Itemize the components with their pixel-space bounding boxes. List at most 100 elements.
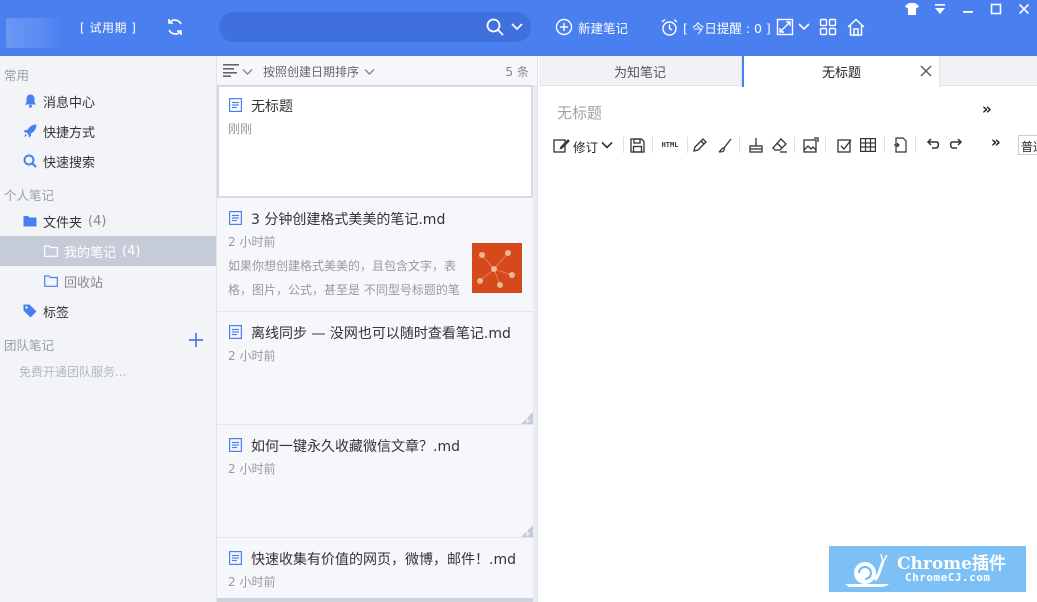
sidebar: 常用 消息中心 快捷方式 快速搜索 个人笔记 文件夹 (4) 我的笔记 (4)	[0, 56, 217, 602]
new-note-button[interactable]: 新建笔记	[555, 16, 628, 38]
toolbar-divider	[687, 137, 688, 153]
save-icon[interactable]	[628, 136, 646, 154]
user-avatar[interactable]	[6, 18, 62, 48]
image-icon[interactable]	[802, 136, 820, 154]
note-title: 离线同步 — 没网也可以随时查看笔记.md	[251, 326, 511, 342]
add-team-icon[interactable]	[188, 332, 204, 348]
table-icon[interactable]	[859, 136, 877, 154]
close-icon[interactable]	[1015, 2, 1033, 16]
expand-button[interactable]	[776, 16, 810, 38]
sidebar-item-my-notes[interactable]: 我的笔记 (4)	[0, 236, 216, 266]
sidebar-item-label: 标签	[43, 305, 70, 321]
sidebar-item-messages[interactable]: 消息中心	[0, 86, 216, 116]
snail-logo-icon	[843, 552, 893, 588]
note-item[interactable]: 3 分钟创建格式美美的笔记.md 2 小时前 如果你想创建格式美美的，且包含文字…	[217, 198, 533, 312]
note-icon	[229, 211, 243, 226]
chevron-down-icon	[798, 23, 810, 31]
note-title: 快速收集有价值的网页，微博，邮件！.md	[251, 552, 516, 568]
chevron-down-icon[interactable]	[242, 66, 253, 76]
grid-icon	[819, 18, 837, 36]
sidebar-item-label: 快捷方式	[43, 125, 96, 141]
editor-panel: 为知笔记 无标题 » 修订 HTML	[539, 56, 1037, 602]
checkbox-icon[interactable]	[835, 136, 853, 154]
toolbar-divider	[825, 137, 826, 153]
editor-tabs: 为知笔记 无标题	[539, 56, 1037, 87]
resize-corner-icon	[521, 525, 533, 537]
new-note-label: 新建笔记	[578, 20, 629, 36]
apps-grid-button[interactable]	[819, 16, 837, 38]
sidebar-item-recycle-bin[interactable]: 回收站	[0, 266, 216, 296]
folder-icon	[44, 274, 58, 288]
folder-count: (4)	[88, 213, 107, 229]
toolbar-divider	[739, 137, 740, 153]
note-list-scrollbar[interactable]	[533, 85, 537, 602]
note-title: 3 分钟创建格式美美的笔记.md	[251, 212, 446, 228]
search-bar	[219, 12, 531, 42]
note-item[interactable]: 快速收集有价值的网页，微博，邮件！.md 2 小时前	[217, 538, 533, 602]
expand-more-button[interactable]: »	[982, 100, 992, 118]
more-tools-button[interactable]: »	[991, 133, 1001, 151]
revise-icon[interactable]	[552, 136, 570, 154]
watermark-subtitle: ChromeCJ.com	[905, 571, 991, 584]
reminder-label: [ 今日提醒 : 0 ]	[683, 20, 771, 36]
home-button[interactable]	[846, 16, 866, 38]
note-list-bottom-scrollbar[interactable]	[217, 598, 533, 602]
note-time: 2 小时前	[228, 235, 276, 249]
attachment-icon[interactable]	[891, 136, 909, 154]
sort-dropdown[interactable]: 按照创建日期排序	[263, 63, 359, 80]
section-common-title: 常用	[4, 68, 30, 83]
sidebar-item-tags[interactable]: 标签	[0, 296, 216, 326]
toolbar-divider	[915, 137, 916, 153]
resize-corner-icon	[521, 412, 533, 424]
folder-icon	[44, 244, 58, 258]
search-icon	[23, 154, 37, 168]
eraser-icon[interactable]	[771, 136, 789, 154]
note-item[interactable]: 如何一键永久收藏微信文章？.md 2 小时前	[217, 425, 533, 538]
sidebar-item-label: 回收站	[64, 275, 104, 291]
close-tab-icon[interactable]	[920, 65, 932, 77]
chevron-down-icon[interactable]	[364, 66, 375, 76]
pen-icon[interactable]	[691, 136, 709, 154]
maximize-icon[interactable]	[987, 2, 1005, 16]
tab-untitled[interactable]: 无标题	[742, 56, 940, 87]
alarm-clock-icon	[661, 18, 678, 36]
skin-icon[interactable]	[903, 2, 921, 16]
note-title-input[interactable]	[557, 102, 957, 124]
search-input[interactable]	[231, 17, 481, 37]
sidebar-item-quick-search[interactable]: 快速搜索	[0, 146, 216, 176]
revise-label[interactable]: 修订	[573, 137, 598, 156]
note-icon	[229, 551, 243, 566]
search-icon[interactable]	[485, 17, 505, 37]
chevron-down-icon[interactable]	[598, 136, 616, 154]
trial-label[interactable]: [ 试用期 ]	[80, 19, 137, 36]
note-item[interactable]: 无标题 刚刚	[217, 85, 533, 198]
sidebar-item-folders[interactable]: 文件夹 (4)	[0, 206, 216, 236]
sidebar-item-label: 消息中心	[43, 95, 96, 111]
reminder-button[interactable]: [ 今日提醒 : 0 ]	[660, 16, 771, 38]
minimize-icon[interactable]	[959, 2, 977, 16]
format-painter-icon[interactable]	[747, 136, 765, 154]
sort-lines-icon[interactable]	[223, 64, 239, 77]
undo-icon[interactable]	[923, 136, 941, 154]
tab-wiznote[interactable]: 为知笔记	[539, 56, 742, 86]
redo-icon[interactable]	[947, 136, 965, 154]
note-time: 2 小时前	[228, 462, 276, 476]
sidebar-item-label: 快速搜索	[43, 155, 96, 171]
paragraph-style-select[interactable]: 普通	[1018, 135, 1037, 155]
note-thumbnail	[472, 243, 522, 293]
toolbar-divider	[652, 137, 653, 153]
top-bar: [ 试用期 ] 新建笔记 [ 今日提醒 : 0 ]	[0, 0, 1037, 56]
toolbar-divider	[623, 137, 624, 153]
sidebar-item-shortcuts[interactable]: 快捷方式	[0, 116, 216, 146]
sync-icon[interactable]	[164, 16, 186, 38]
note-item[interactable]: 离线同步 — 没网也可以随时查看笔记.md 2 小时前	[217, 312, 533, 425]
folder-icon	[23, 214, 37, 228]
team-service-link[interactable]: 免费开通团队服务...	[19, 363, 126, 380]
menu-icon[interactable]	[931, 2, 949, 16]
chevron-down-icon[interactable]	[511, 21, 523, 33]
note-title: 如何一键永久收藏微信文章？.md	[251, 439, 460, 455]
home-icon	[847, 18, 865, 36]
brush-icon[interactable]	[716, 136, 734, 154]
note-list-header: 按照创建日期排序 5 条	[217, 56, 537, 85]
html-source-button[interactable]: HTML	[658, 136, 682, 154]
